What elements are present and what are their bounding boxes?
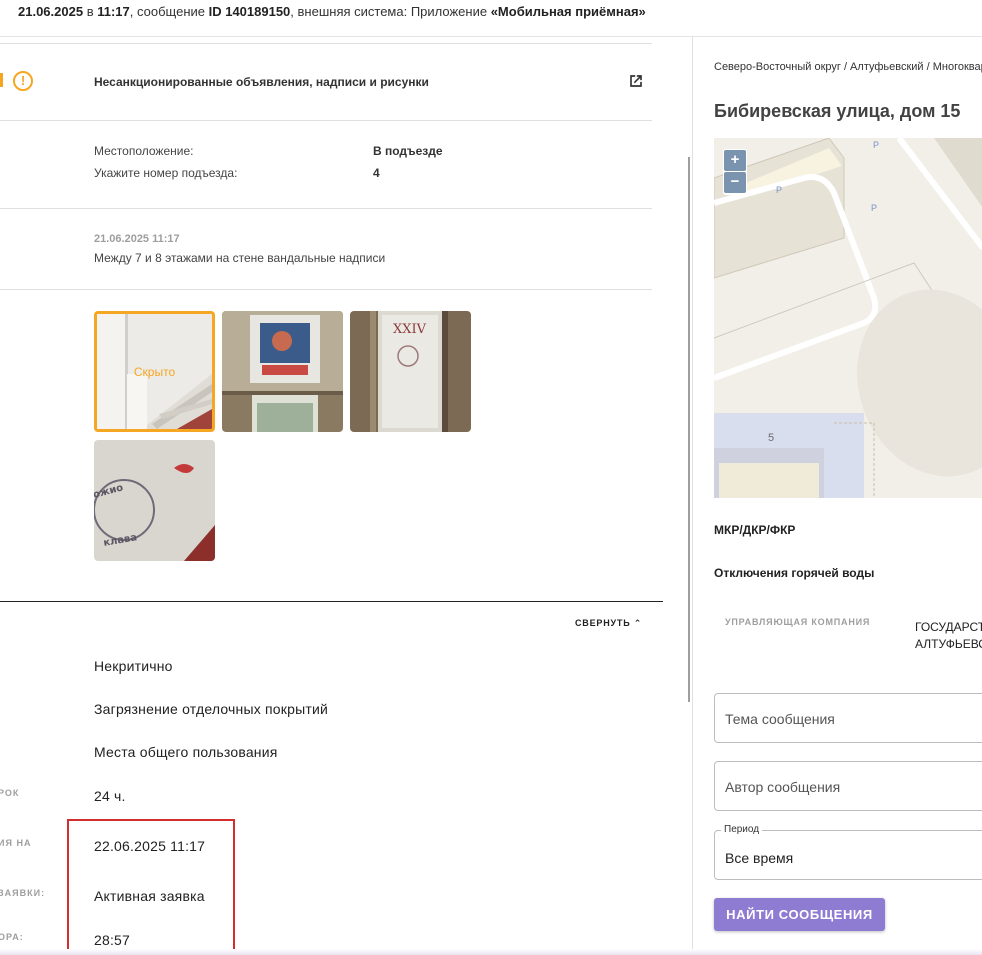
highlight-annotation (67, 819, 235, 955)
hot-water-outage-label: Отключения горячей воды (714, 566, 875, 580)
map[interactable]: + − P P P 5 (714, 138, 982, 498)
topic-input[interactable]: Тема сообщения (714, 693, 982, 743)
message-date: 21.06.2025 (18, 4, 84, 19)
message-detail-panel: ! Несанкционированные объявления, надпис… (0, 37, 692, 955)
divider (0, 289, 652, 290)
divider (0, 601, 663, 602)
place-type-value: Места общего пользования (94, 744, 278, 760)
problem-type-value: Загрязнение отделочных покрытий (94, 701, 329, 717)
author-input[interactable]: Автор сообщения (714, 761, 982, 811)
external-system-name: «Мобильная приёмная» (490, 4, 646, 19)
zoom-in-button[interactable]: + (724, 150, 746, 171)
management-company-label: УПРАВЛЯЮЩАЯ КОМПАНИЯ (725, 617, 871, 627)
graffiti-photo: ожио клава (94, 440, 215, 561)
period-select[interactable]: Период Все время (714, 824, 982, 880)
message-header-line: 21.06.2025 в 11:17, сообщение ID 1401891… (18, 4, 646, 19)
hidden-label: Скрыто (133, 364, 176, 379)
collapse-button[interactable]: СВЕРНУТЬ ⌃ (575, 618, 642, 629)
priority-value: Некритично (94, 658, 173, 674)
location-value: В подъезде (373, 144, 443, 158)
photo-thumbnail[interactable]: XXIV (350, 311, 471, 432)
deadline-value: 24 ч. (94, 788, 126, 804)
bottom-edge (0, 949, 982, 955)
divider (0, 120, 652, 121)
door-photo: XXIV (350, 311, 471, 432)
zoom-out-button[interactable]: − (724, 172, 746, 193)
period-label: Период (721, 824, 763, 835)
mkr-label: МКР/ДКР/ФКР (714, 523, 796, 537)
due-date-label: ИЯ НА (0, 838, 32, 848)
category-title: Несанкционированные объявления, надписи … (94, 75, 429, 89)
request-status-label: ЗАЯВКИ: (0, 888, 46, 898)
message-header-bar: 21.06.2025 в 11:17, сообщение ID 1401891… (0, 0, 982, 37)
wall-poster-photo (222, 311, 343, 432)
address-title: Бибиревская улица, дом 15 (714, 101, 961, 121)
address-sidebar: Северо-Восточный округ / Алтуфьевский / … (692, 37, 982, 955)
map-zoom-controls: + − (723, 149, 747, 195)
photo-thumbnail[interactable] (222, 311, 343, 432)
period-value: Все время (725, 850, 794, 866)
map-tiles (714, 138, 982, 498)
divider (0, 43, 652, 44)
message-time: 11:17 (97, 4, 130, 19)
message-id: ID 140189150 (208, 4, 291, 19)
entrance-value: 4 (373, 166, 380, 180)
chevron-up-icon: ⌃ (633, 618, 643, 628)
timer-label: ОРА: (0, 932, 24, 942)
breadcrumb: Северо-Восточный округ / Алтуфьевский / … (714, 61, 982, 73)
open-external-icon[interactable] (626, 71, 646, 91)
scrollbar[interactable] (688, 157, 690, 702)
divider (0, 208, 652, 209)
photo-thumbnail-hidden[interactable]: Скрыто (94, 311, 215, 432)
message-text-date: 21.06.2025 11:17 (94, 233, 180, 245)
entrance-label: Укажите номер подъезда: (94, 166, 238, 180)
parking-icon: P (871, 203, 878, 213)
message-text: Между 7 и 8 этажами на стене вандальные … (94, 251, 386, 265)
category-marker (0, 73, 3, 87)
location-label: Местоположение: (94, 144, 194, 158)
photo-thumbnail[interactable]: ожио клава (94, 440, 215, 561)
topic-placeholder: Тема сообщения (725, 711, 835, 727)
author-placeholder: Автор сообщения (725, 779, 841, 795)
management-company-value: ГОСУДАРСТВЕННОЕАЛТУФЬЕВСКОГО (915, 620, 982, 651)
find-messages-button[interactable]: НАЙТИ СООБЩЕНИЯ (714, 898, 885, 931)
svg-text:XXIV: XXIV (393, 322, 427, 337)
deadline-label: РОК (0, 788, 20, 798)
parking-icon: P (873, 140, 880, 150)
exclamation-icon: ! (13, 71, 33, 91)
building-number: 5 (768, 432, 775, 444)
parking-icon: P (776, 185, 783, 195)
